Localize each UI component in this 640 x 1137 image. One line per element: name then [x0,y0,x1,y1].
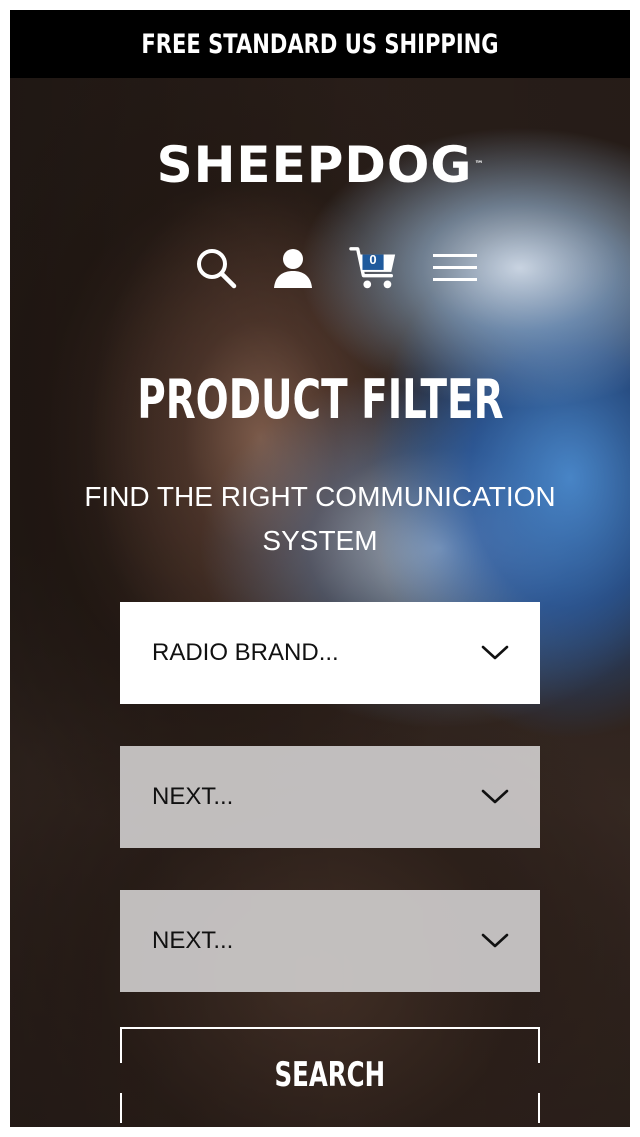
chevron-down-icon [480,787,510,807]
button-border-right-bottom [538,1093,540,1123]
announcement-text: FREE STANDARD US SHIPPING [141,28,499,60]
search-icon [197,249,237,289]
account-button[interactable] [268,240,318,296]
chevron-down-icon [480,931,510,951]
logo-trademark: ™ [474,160,484,170]
third-filter-select[interactable]: NEXT... [120,890,540,992]
sheepdog-logo[interactable]: SHEEPDOG ™ [120,140,520,190]
button-border-left-bottom [120,1093,122,1123]
search-button-filter[interactable]: SEARCH [120,1027,540,1123]
select-label: NEXT... [152,783,234,810]
page-title: PRODUCT FILTER [136,368,504,431]
button-border-top [120,1027,540,1029]
second-filter-select[interactable]: NEXT... [120,746,540,848]
page-subtitle: FIND THE RIGHT COMMUNICATION SYSTEM [84,481,556,556]
radio-brand-select[interactable]: RADIO BRAND... [120,602,540,704]
button-border-left-top [120,1027,122,1063]
page: FREE STANDARD US SHIPPING SHEEPDOG ™ 0 P… [0,0,640,1137]
button-border-right-top [538,1027,540,1063]
search-button-label: SEARCH [274,1055,386,1095]
hero-content: SHEEPDOG ™ 0 PRODUCT FILTER FIND THE RIG… [10,10,630,1127]
cart-count-badge: 0 [369,252,377,267]
header-icons: 0 [10,240,630,300]
hamburger-menu-icon [433,254,477,281]
search-button[interactable] [191,240,241,296]
select-label: RADIO BRAND... [152,639,339,666]
announcement-bar: FREE STANDARD US SHIPPING [10,10,630,78]
chevron-down-icon [480,643,510,663]
user-icon [274,249,312,288]
mobile-viewport: FREE STANDARD US SHIPPING SHEEPDOG ™ 0 P… [10,10,630,1127]
logo-text: SHEEPDOG [156,136,473,194]
select-label: NEXT... [152,927,234,954]
menu-button[interactable] [430,240,480,296]
cart-button[interactable]: 0 [349,240,399,296]
